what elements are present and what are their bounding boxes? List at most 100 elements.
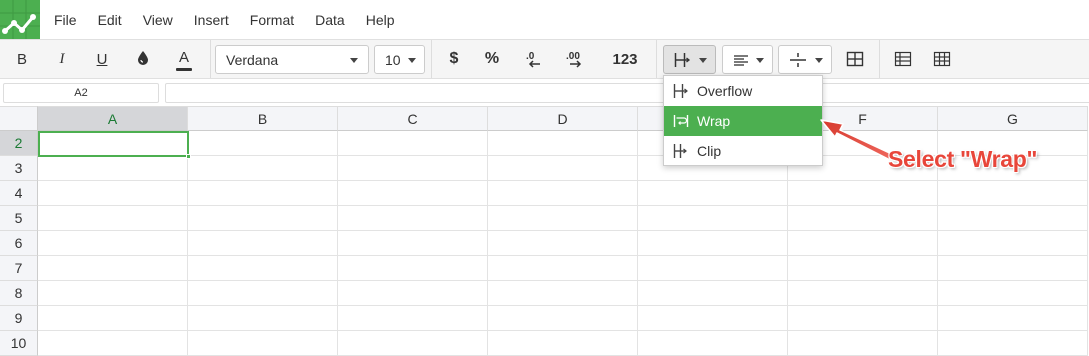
grid-cell[interactable]	[938, 256, 1088, 281]
grid-cell[interactable]	[638, 231, 788, 256]
grid-cell[interactable]	[638, 206, 788, 231]
grid-cell[interactable]	[338, 331, 488, 356]
fill-color-button[interactable]	[127, 40, 159, 78]
grid-cell[interactable]	[638, 281, 788, 306]
grid-cell[interactable]	[938, 331, 1088, 356]
menu-insert[interactable]: Insert	[194, 12, 229, 28]
grid-cell[interactable]	[38, 206, 188, 231]
grid-cell[interactable]	[188, 131, 338, 156]
freeze-columns-button[interactable]	[925, 40, 959, 78]
freeze-rows-button[interactable]	[886, 40, 920, 78]
row-header[interactable]: 2	[0, 131, 38, 156]
menu-file[interactable]: File	[54, 12, 77, 28]
cell-reference-box[interactable]: A2	[3, 83, 159, 103]
grid-cell[interactable]	[38, 331, 188, 356]
grid-cell[interactable]	[488, 156, 638, 181]
grid-cell[interactable]	[338, 156, 488, 181]
grid-cell[interactable]	[338, 181, 488, 206]
grid-cell[interactable]	[338, 306, 488, 331]
grid-cell[interactable]	[938, 181, 1088, 206]
italic-button[interactable]: I	[46, 40, 78, 78]
bold-button[interactable]: B	[6, 40, 38, 78]
grid-cell[interactable]	[38, 281, 188, 306]
menu-data[interactable]: Data	[315, 12, 345, 28]
grid-cell[interactable]	[38, 256, 188, 281]
grid-cell[interactable]	[788, 181, 938, 206]
grid-cell[interactable]	[38, 156, 188, 181]
grid-cell[interactable]	[338, 231, 488, 256]
selected-cell-outline[interactable]	[38, 131, 191, 159]
text-wrap-button[interactable]	[663, 45, 716, 74]
grid-cell[interactable]	[488, 256, 638, 281]
increase-decimal-button[interactable]: .00	[558, 40, 592, 78]
grid-cell[interactable]	[488, 231, 638, 256]
row-header[interactable]: 9	[0, 306, 38, 331]
merge-cells-button[interactable]	[838, 40, 872, 78]
grid-cell[interactable]	[188, 206, 338, 231]
grid-cell[interactable]	[338, 131, 488, 156]
grid-cell[interactable]	[788, 256, 938, 281]
row-header[interactable]: 4	[0, 181, 38, 206]
grid-cell[interactable]	[338, 281, 488, 306]
grid-cell[interactable]	[38, 306, 188, 331]
grid-cell[interactable]	[488, 331, 638, 356]
grid-cell[interactable]	[938, 231, 1088, 256]
decrease-decimal-button[interactable]: .0	[517, 40, 551, 78]
column-header[interactable]: B	[188, 106, 338, 131]
column-header[interactable]: D	[488, 106, 638, 131]
font-family-select[interactable]: Verdana	[215, 45, 369, 74]
menu-edit[interactable]: Edit	[98, 12, 122, 28]
menu-item-wrap[interactable]: Wrap	[664, 106, 822, 136]
grid-cell[interactable]	[938, 306, 1088, 331]
row-header[interactable]: 10	[0, 331, 38, 356]
number-format-button[interactable]: 123	[604, 40, 646, 78]
grid-cell[interactable]	[488, 131, 638, 156]
grid-cell[interactable]	[188, 281, 338, 306]
grid-cell[interactable]	[938, 281, 1088, 306]
grid-cell[interactable]	[188, 331, 338, 356]
fill-handle[interactable]	[186, 154, 191, 159]
grid-cell[interactable]	[788, 281, 938, 306]
currency-format-button[interactable]: $	[438, 40, 470, 78]
grid-cell[interactable]	[38, 181, 188, 206]
menu-view[interactable]: View	[143, 12, 173, 28]
row-header[interactable]: 8	[0, 281, 38, 306]
grid-cell[interactable]	[188, 181, 338, 206]
app-logo[interactable]	[0, 0, 40, 39]
grid-cell[interactable]	[188, 156, 338, 181]
percent-format-button[interactable]: %	[476, 40, 508, 78]
underline-button[interactable]: U	[86, 40, 118, 78]
grid-cell[interactable]	[488, 181, 638, 206]
column-header[interactable]: G	[938, 106, 1088, 131]
grid-cell[interactable]	[638, 256, 788, 281]
grid-cell[interactable]	[488, 306, 638, 331]
grid-cell[interactable]	[938, 206, 1088, 231]
grid-cell[interactable]	[338, 256, 488, 281]
grid-cell[interactable]	[788, 206, 938, 231]
grid-cell[interactable]	[788, 231, 938, 256]
row-header[interactable]: 6	[0, 231, 38, 256]
select-all-corner[interactable]	[0, 106, 38, 131]
grid-cell[interactable]	[788, 331, 938, 356]
font-size-select[interactable]: 10	[374, 45, 425, 74]
grid-cell[interactable]	[488, 206, 638, 231]
menu-help[interactable]: Help	[366, 12, 395, 28]
row-header[interactable]: 3	[0, 156, 38, 181]
grid-cell[interactable]	[38, 231, 188, 256]
grid-cell[interactable]	[638, 181, 788, 206]
grid-cell[interactable]	[638, 306, 788, 331]
menu-format[interactable]: Format	[250, 12, 294, 28]
grid-cell[interactable]	[788, 306, 938, 331]
row-header[interactable]: 5	[0, 206, 38, 231]
grid-cell[interactable]	[338, 206, 488, 231]
grid-cell[interactable]	[188, 231, 338, 256]
horizontal-align-button[interactable]	[722, 45, 773, 74]
menu-item-clip[interactable]: Clip	[664, 136, 822, 166]
row-header[interactable]: 7	[0, 256, 38, 281]
formula-input[interactable]	[165, 83, 1089, 103]
grid-cell[interactable]	[488, 281, 638, 306]
text-color-button[interactable]: A	[168, 40, 200, 78]
column-header[interactable]: A	[38, 106, 188, 131]
grid-cell[interactable]	[638, 331, 788, 356]
menu-item-overflow[interactable]: Overflow	[664, 76, 822, 106]
